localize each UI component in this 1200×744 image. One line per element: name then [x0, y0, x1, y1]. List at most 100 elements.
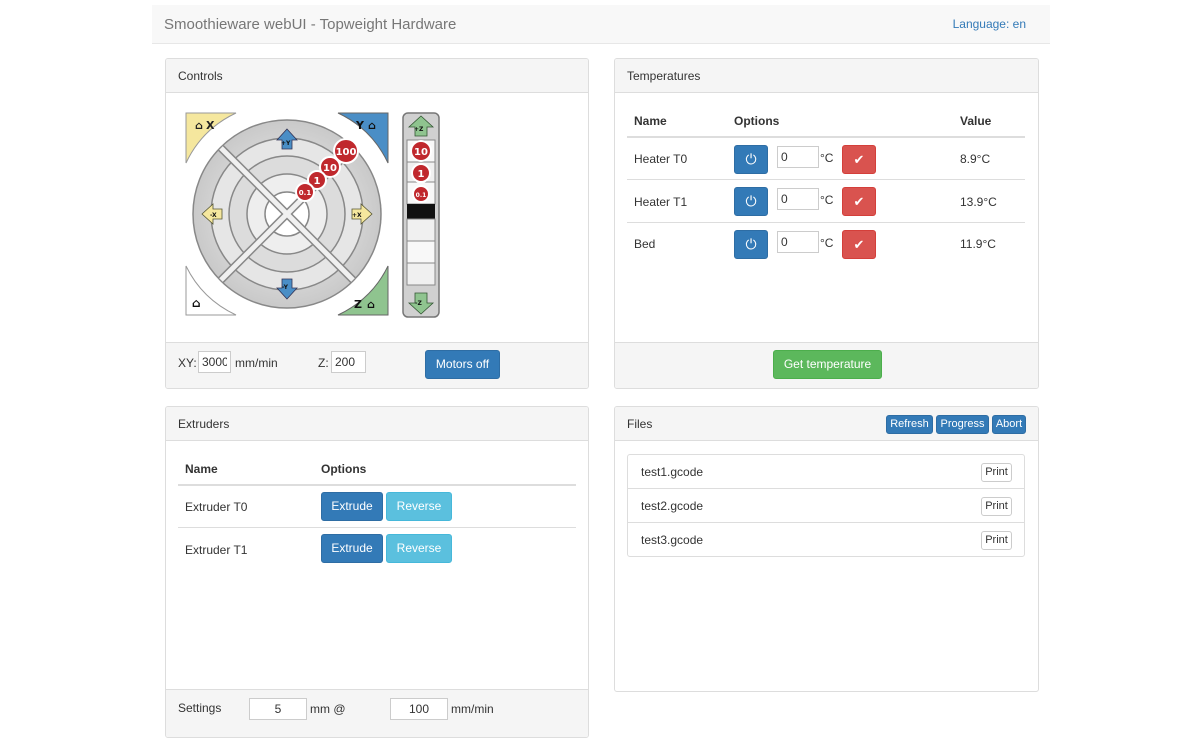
- temp-header-divider: [627, 136, 1025, 138]
- controls-panel: Controls ⌂ X Y ⌂ ⌂ Z ⌂ +Y -Y -X +X 100 1…: [165, 58, 589, 389]
- language-link[interactable]: Language: en: [953, 17, 1026, 31]
- progress-button[interactable]: Progress: [936, 415, 989, 434]
- print-button[interactable]: Print: [981, 531, 1012, 550]
- app-title[interactable]: Smoothieware webUI - Topweight Hardware: [164, 16, 456, 33]
- heater-t1-set-button[interactable]: ✔: [842, 187, 876, 216]
- extruders-heading: Extruders: [166, 407, 588, 441]
- list-item: test3.gcode Print: [627, 522, 1025, 557]
- files-title: Files: [627, 417, 653, 431]
- heater-t0-set-button[interactable]: ✔: [842, 145, 876, 174]
- temp-unit: °C: [820, 151, 834, 165]
- plus-z-label: +Z: [414, 126, 424, 133]
- step-100-label: 100: [336, 147, 357, 158]
- temp-header-name: Name: [634, 114, 667, 128]
- get-temperature-button[interactable]: Get temperature: [773, 350, 882, 379]
- print-button[interactable]: Print: [981, 463, 1012, 482]
- extrude-speed-input[interactable]: [390, 698, 448, 720]
- controls-footer: XY: mm/min Z: Motors off: [166, 342, 588, 388]
- home-z-label: Z: [354, 298, 362, 311]
- z-step-1[interactable]: 1: [411, 163, 431, 183]
- navbar: Smoothieware webUI - Topweight Hardware …: [152, 5, 1050, 44]
- jog-svg: ⌂ X Y ⌂ ⌂ Z ⌂ +Y -Y -X +X 100 10 1 0.1 +…: [185, 112, 440, 318]
- extruder-t1-reverse-button[interactable]: Reverse: [386, 534, 452, 563]
- extruder-header-name: Name: [185, 462, 218, 476]
- controls-title: Controls: [178, 69, 223, 83]
- abort-button[interactable]: Abort: [992, 415, 1026, 434]
- file-name[interactable]: test2.gcode: [641, 499, 703, 513]
- temp-header-options: Options: [734, 114, 780, 128]
- minus-x-label: -X: [210, 212, 217, 219]
- heater-t1-power-button[interactable]: ⏻: [734, 187, 768, 216]
- step-0-1-label: 0.1: [299, 189, 312, 197]
- plus-y-label: +Y: [281, 140, 291, 147]
- temp-row-name: Heater T0: [634, 152, 688, 166]
- home-y-label: Y: [355, 119, 365, 132]
- plus-x-label: +X: [352, 212, 362, 219]
- z-step-10[interactable]: 10: [410, 140, 432, 162]
- heater-t0-setpoint-input[interactable]: [777, 146, 819, 168]
- extruder-row-name: Extruder T1: [185, 543, 248, 557]
- list-item: test1.gcode Print: [627, 454, 1025, 489]
- heater-t0-power-button[interactable]: ⏻: [734, 145, 768, 174]
- extruder-header-options: Options: [321, 462, 367, 476]
- svg-text:⌂: ⌂: [367, 298, 375, 311]
- z-label: Z:: [318, 356, 329, 370]
- extruder-row-divider: [178, 527, 576, 528]
- z-step-10-label: 10: [414, 147, 428, 158]
- settings-label: Settings: [178, 701, 222, 715]
- motors-off-button[interactable]: Motors off: [425, 350, 500, 379]
- svg-text:⌂: ⌂: [368, 119, 376, 132]
- file-name[interactable]: test3.gcode: [641, 533, 703, 547]
- step-badge-0-1[interactable]: 0.1: [295, 182, 315, 202]
- z-step-0-1-label: 0.1: [416, 192, 427, 199]
- files-heading: Files Refresh Progress Abort: [615, 407, 1038, 441]
- print-button[interactable]: Print: [981, 497, 1012, 516]
- length-unit: mm @: [310, 702, 346, 716]
- temp-unit: °C: [820, 193, 834, 207]
- bed-setpoint-input[interactable]: [777, 231, 819, 253]
- temp-header-value: Value: [960, 114, 992, 128]
- temp-row-value: 13.9°C: [960, 195, 997, 209]
- temperatures-panel: Temperatures Name Options Value Heater T…: [614, 58, 1039, 389]
- z-feedrate-input[interactable]: [331, 351, 366, 373]
- temperatures-footer: Get temperature: [615, 342, 1038, 388]
- xy-label: XY:: [178, 356, 197, 370]
- controls-heading: Controls: [166, 59, 588, 93]
- bed-set-button[interactable]: ✔: [842, 230, 876, 259]
- heater-t1-setpoint-input[interactable]: [777, 188, 819, 210]
- svg-text:⌂: ⌂: [195, 119, 203, 132]
- temp-row-divider: [627, 179, 1025, 180]
- file-name[interactable]: test1.gcode: [641, 465, 703, 479]
- xy-feedrate-input[interactable]: [198, 351, 231, 373]
- extruders-panel: Extruders Name Options Extruder T0 Extru…: [165, 406, 589, 738]
- extruder-header-divider: [178, 484, 576, 486]
- extruder-t0-reverse-button[interactable]: Reverse: [386, 492, 452, 521]
- refresh-button[interactable]: Refresh: [886, 415, 933, 434]
- list-item: test2.gcode Print: [627, 488, 1025, 523]
- step-10-label: 10: [323, 163, 337, 174]
- extrude-length-input[interactable]: [249, 698, 307, 720]
- bed-power-button[interactable]: ⏻: [734, 230, 768, 259]
- z-step-1-label: 1: [418, 169, 425, 180]
- temperatures-title: Temperatures: [627, 69, 701, 83]
- temp-row-divider: [627, 222, 1025, 223]
- extruder-row-name: Extruder T0: [185, 500, 248, 514]
- temp-unit: °C: [820, 236, 834, 250]
- home-x-label: X: [206, 119, 215, 132]
- speed-unit: mm/min: [451, 702, 494, 716]
- temp-row-value: 11.9°C: [960, 237, 996, 251]
- z-step-0-1[interactable]: 0.1: [412, 185, 430, 203]
- extruders-footer: Settings mm @ mm/min: [166, 689, 588, 737]
- jog-control: ⌂ X Y ⌂ ⌂ Z ⌂ +Y -Y -X +X 100 10 1 0.1 +…: [184, 111, 444, 321]
- minus-z-label: -Z: [415, 300, 422, 307]
- temp-row-name: Bed: [634, 237, 656, 251]
- minus-y-label: -Y: [282, 284, 289, 291]
- extruder-t1-extrude-button[interactable]: Extrude: [321, 534, 383, 563]
- extruders-title: Extruders: [178, 417, 230, 431]
- temperatures-heading: Temperatures: [615, 59, 1038, 93]
- temp-row-name: Heater T1: [634, 195, 688, 209]
- svg-text:⌂: ⌂: [192, 296, 201, 310]
- temp-row-value: 8.9°C: [960, 152, 991, 166]
- xy-unit: mm/min: [235, 356, 278, 370]
- extruder-t0-extrude-button[interactable]: Extrude: [321, 492, 383, 521]
